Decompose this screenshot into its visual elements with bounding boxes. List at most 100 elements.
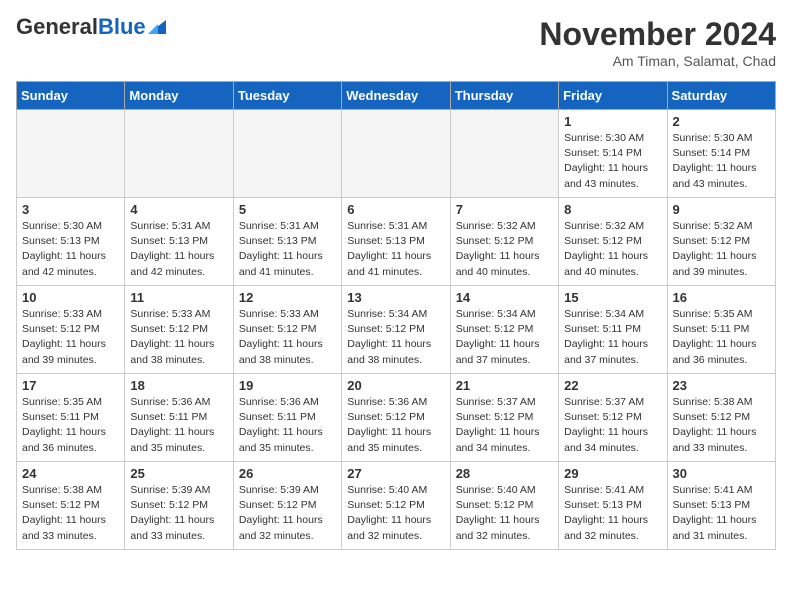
month-title: November 2024 <box>539 16 776 53</box>
day-number: 27 <box>347 466 444 481</box>
calendar-cell: 22 Sunrise: 5:37 AM Sunset: 5:12 PM Dayli… <box>559 374 667 462</box>
weekday-header-row: SundayMondayTuesdayWednesdayThursdayFrid… <box>17 82 776 110</box>
day-info: Sunrise: 5:36 AM Sunset: 5:12 PM Dayligh… <box>347 395 444 456</box>
calendar-cell: 3 Sunrise: 5:30 AM Sunset: 5:13 PM Daylig… <box>17 198 125 286</box>
day-info: Sunrise: 5:31 AM Sunset: 5:13 PM Dayligh… <box>130 219 227 280</box>
day-info: Sunrise: 5:34 AM Sunset: 5:11 PM Dayligh… <box>564 307 661 368</box>
day-number: 4 <box>130 202 227 217</box>
calendar-cell <box>233 110 341 198</box>
day-info: Sunrise: 5:38 AM Sunset: 5:12 PM Dayligh… <box>673 395 770 456</box>
day-info: Sunrise: 5:37 AM Sunset: 5:12 PM Dayligh… <box>564 395 661 456</box>
day-info: Sunrise: 5:39 AM Sunset: 5:12 PM Dayligh… <box>239 483 336 544</box>
day-number: 16 <box>673 290 770 305</box>
day-info: Sunrise: 5:36 AM Sunset: 5:11 PM Dayligh… <box>239 395 336 456</box>
calendar-cell: 26 Sunrise: 5:39 AM Sunset: 5:12 PM Dayli… <box>233 462 341 550</box>
day-number: 6 <box>347 202 444 217</box>
calendar-cell: 18 Sunrise: 5:36 AM Sunset: 5:11 PM Dayli… <box>125 374 233 462</box>
calendar-cell: 6 Sunrise: 5:31 AM Sunset: 5:13 PM Daylig… <box>342 198 450 286</box>
calendar-cell: 29 Sunrise: 5:41 AM Sunset: 5:13 PM Dayli… <box>559 462 667 550</box>
calendar-body: 1 Sunrise: 5:30 AM Sunset: 5:14 PM Daylig… <box>17 110 776 550</box>
week-row-2: 10Sunrise: 5:33 AM Sunset: 5:12 PM Dayli… <box>17 286 776 374</box>
calendar-cell: 24 Sunrise: 5:38 AM Sunset: 5:12 PM Dayli… <box>17 462 125 550</box>
day-number: 11 <box>130 290 227 305</box>
calendar-cell: 12 Sunrise: 5:33 AM Sunset: 5:12 PM Dayli… <box>233 286 341 374</box>
day-info: Sunrise: 5:40 AM Sunset: 5:12 PM Dayligh… <box>347 483 444 544</box>
calendar-cell: 27 Sunrise: 5:40 AM Sunset: 5:12 PM Dayli… <box>342 462 450 550</box>
day-number: 26 <box>239 466 336 481</box>
day-number: 7 <box>456 202 553 217</box>
calendar-cell: 17 Sunrise: 5:35 AM Sunset: 5:11 PM Dayli… <box>17 374 125 462</box>
day-number: 21 <box>456 378 553 393</box>
day-number: 13 <box>347 290 444 305</box>
logo-blue: Blue <box>98 14 146 39</box>
day-info: Sunrise: 5:30 AM Sunset: 5:13 PM Dayligh… <box>22 219 119 280</box>
day-number: 8 <box>564 202 661 217</box>
weekday-header-sunday: Sunday <box>17 82 125 110</box>
calendar-header: SundayMondayTuesdayWednesdayThursdayFrid… <box>17 82 776 110</box>
calendar-cell: 10Sunrise: 5:33 AM Sunset: 5:12 PM Dayli… <box>17 286 125 374</box>
calendar-table: SundayMondayTuesdayWednesdayThursdayFrid… <box>16 81 776 550</box>
title-block: November 2024 Am Timan, Salamat, Chad <box>539 16 776 69</box>
day-info: Sunrise: 5:36 AM Sunset: 5:11 PM Dayligh… <box>130 395 227 456</box>
location: Am Timan, Salamat, Chad <box>539 53 776 69</box>
week-row-1: 3 Sunrise: 5:30 AM Sunset: 5:13 PM Daylig… <box>17 198 776 286</box>
week-row-3: 17 Sunrise: 5:35 AM Sunset: 5:11 PM Dayli… <box>17 374 776 462</box>
calendar-cell: 19 Sunrise: 5:36 AM Sunset: 5:11 PM Dayli… <box>233 374 341 462</box>
day-number: 1 <box>564 114 661 129</box>
day-info: Sunrise: 5:31 AM Sunset: 5:13 PM Dayligh… <box>347 219 444 280</box>
day-info: Sunrise: 5:33 AM Sunset: 5:12 PM Dayligh… <box>130 307 227 368</box>
day-info: Sunrise: 5:40 AM Sunset: 5:12 PM Dayligh… <box>456 483 553 544</box>
calendar-cell: 2 Sunrise: 5:30 AM Sunset: 5:14 PM Daylig… <box>667 110 775 198</box>
day-number: 12 <box>239 290 336 305</box>
calendar-cell: 15 Sunrise: 5:34 AM Sunset: 5:11 PM Dayli… <box>559 286 667 374</box>
calendar-cell: 14 Sunrise: 5:34 AM Sunset: 5:12 PM Dayli… <box>450 286 558 374</box>
calendar-cell: 8 Sunrise: 5:32 AM Sunset: 5:12 PM Daylig… <box>559 198 667 286</box>
calendar-cell <box>342 110 450 198</box>
day-number: 18 <box>130 378 227 393</box>
day-number: 30 <box>673 466 770 481</box>
calendar-cell: 11 Sunrise: 5:33 AM Sunset: 5:12 PM Dayli… <box>125 286 233 374</box>
calendar-cell: 9Sunrise: 5:32 AM Sunset: 5:12 PM Daylig… <box>667 198 775 286</box>
logo: GeneralBlue <box>16 16 166 38</box>
day-info: Sunrise: 5:30 AM Sunset: 5:14 PM Dayligh… <box>564 131 661 192</box>
day-number: 15 <box>564 290 661 305</box>
calendar-cell: 21Sunrise: 5:37 AM Sunset: 5:12 PM Dayli… <box>450 374 558 462</box>
logo-general: General <box>16 14 98 39</box>
day-number: 17 <box>22 378 119 393</box>
day-info: Sunrise: 5:38 AM Sunset: 5:12 PM Dayligh… <box>22 483 119 544</box>
weekday-header-thursday: Thursday <box>450 82 558 110</box>
day-number: 28 <box>456 466 553 481</box>
day-info: Sunrise: 5:32 AM Sunset: 5:12 PM Dayligh… <box>564 219 661 280</box>
day-number: 19 <box>239 378 336 393</box>
day-info: Sunrise: 5:39 AM Sunset: 5:12 PM Dayligh… <box>130 483 227 544</box>
day-number: 14 <box>456 290 553 305</box>
week-row-4: 24 Sunrise: 5:38 AM Sunset: 5:12 PM Dayli… <box>17 462 776 550</box>
calendar-cell: 28 Sunrise: 5:40 AM Sunset: 5:12 PM Dayli… <box>450 462 558 550</box>
day-number: 2 <box>673 114 770 129</box>
day-number: 24 <box>22 466 119 481</box>
day-info: Sunrise: 5:41 AM Sunset: 5:13 PM Dayligh… <box>564 483 661 544</box>
calendar-cell <box>17 110 125 198</box>
day-number: 22 <box>564 378 661 393</box>
day-number: 3 <box>22 202 119 217</box>
weekday-header-wednesday: Wednesday <box>342 82 450 110</box>
weekday-header-friday: Friday <box>559 82 667 110</box>
calendar-cell: 23Sunrise: 5:38 AM Sunset: 5:12 PM Dayli… <box>667 374 775 462</box>
day-number: 9 <box>673 202 770 217</box>
day-info: Sunrise: 5:30 AM Sunset: 5:14 PM Dayligh… <box>673 131 770 192</box>
day-info: Sunrise: 5:33 AM Sunset: 5:12 PM Dayligh… <box>22 307 119 368</box>
calendar-cell: 13 Sunrise: 5:34 AM Sunset: 5:12 PM Dayli… <box>342 286 450 374</box>
day-info: Sunrise: 5:32 AM Sunset: 5:12 PM Dayligh… <box>456 219 553 280</box>
calendar-cell <box>125 110 233 198</box>
day-number: 29 <box>564 466 661 481</box>
day-info: Sunrise: 5:34 AM Sunset: 5:12 PM Dayligh… <box>456 307 553 368</box>
day-info: Sunrise: 5:35 AM Sunset: 5:11 PM Dayligh… <box>22 395 119 456</box>
day-info: Sunrise: 5:41 AM Sunset: 5:13 PM Dayligh… <box>673 483 770 544</box>
day-info: Sunrise: 5:34 AM Sunset: 5:12 PM Dayligh… <box>347 307 444 368</box>
page-header: GeneralBlue November 2024 Am Timan, Sala… <box>16 16 776 69</box>
calendar-cell: 30 Sunrise: 5:41 AM Sunset: 5:13 PM Dayli… <box>667 462 775 550</box>
day-info: Sunrise: 5:33 AM Sunset: 5:12 PM Dayligh… <box>239 307 336 368</box>
calendar-cell: 4 Sunrise: 5:31 AM Sunset: 5:13 PM Daylig… <box>125 198 233 286</box>
logo-icon <box>148 20 166 34</box>
logo-text: GeneralBlue <box>16 16 146 38</box>
